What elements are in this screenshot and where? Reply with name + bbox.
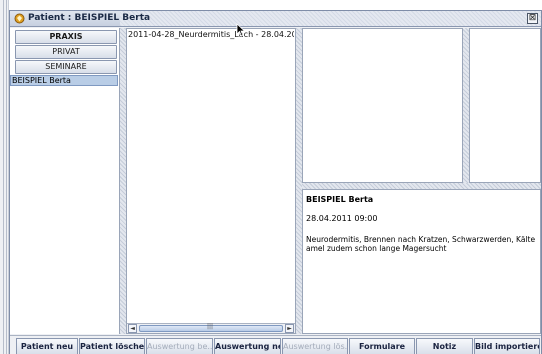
image-import-button[interactable]: Bild importieren [474,338,540,354]
entry-datetime: 28.04.2011 09:00 [306,214,378,223]
patient-list-item[interactable]: BEISPIEL Berta [10,75,118,86]
title-bar[interactable]: Patient : BEISPIEL Berta ⊠ [10,11,541,27]
outer-left-strip [0,0,9,354]
patient-new-button[interactable]: Patient neu [16,338,78,354]
document-list: 2011-04-28_Neurdermitis_Lach - 28.04.201… [126,28,296,334]
evaluation-new-button[interactable]: Auswertung neu [214,338,281,354]
tab-praxis[interactable]: PRAXIS [15,30,117,44]
scroll-right-icon[interactable]: ► [285,324,294,333]
tab-seminare[interactable]: SEMINARE [15,60,117,74]
entry-patient-name: BEISPIEL Berta [306,195,374,204]
close-icon[interactable]: ⊠ [527,13,538,24]
image-preview-panel [302,28,463,183]
entry-info-panel: BEISPIEL Berta 28.04.2011 09:00 Neuroder… [302,189,541,334]
scroll-grip-icon: ||| [207,323,214,330]
app-icon [14,13,25,24]
forms-button[interactable]: Formulare [349,338,415,354]
strip-line [6,0,7,354]
strip-line [3,0,4,354]
thumbnail-panel [469,28,541,183]
bottom-toolbar: Patient neu Patient löschen Auswertung b… [10,335,541,354]
window-title: Patient : BEISPIEL Berta [28,13,151,23]
entry-description: Neurodermitis, Brennen nach Kratzen, Sch… [306,235,536,253]
category-panel: PRAXIS PRIVAT SEMINARE BEISPIEL Berta [10,28,120,334]
tab-privat[interactable]: PRIVAT [15,45,117,59]
note-button[interactable]: Notiz [416,338,473,354]
evaluation-edit-button[interactable]: Auswertung be... [146,338,213,354]
patient-list: BEISPIEL Berta [10,75,118,334]
document-list-item[interactable]: 2011-04-28_Neurdermitis_Lach - 28.04.201… [128,30,294,41]
horizontal-scrollbar[interactable]: ◄ ||| ► [127,323,295,333]
patient-window: Patient : BEISPIEL Berta ⊠ PRAXIS PRIVAT… [9,10,542,354]
evaluation-delete-button[interactable]: Auswertung lös... [282,338,348,354]
patient-delete-button[interactable]: Patient löschen [79,338,145,354]
mouse-pointer-icon [236,23,246,37]
scroll-left-icon[interactable]: ◄ [128,324,137,333]
